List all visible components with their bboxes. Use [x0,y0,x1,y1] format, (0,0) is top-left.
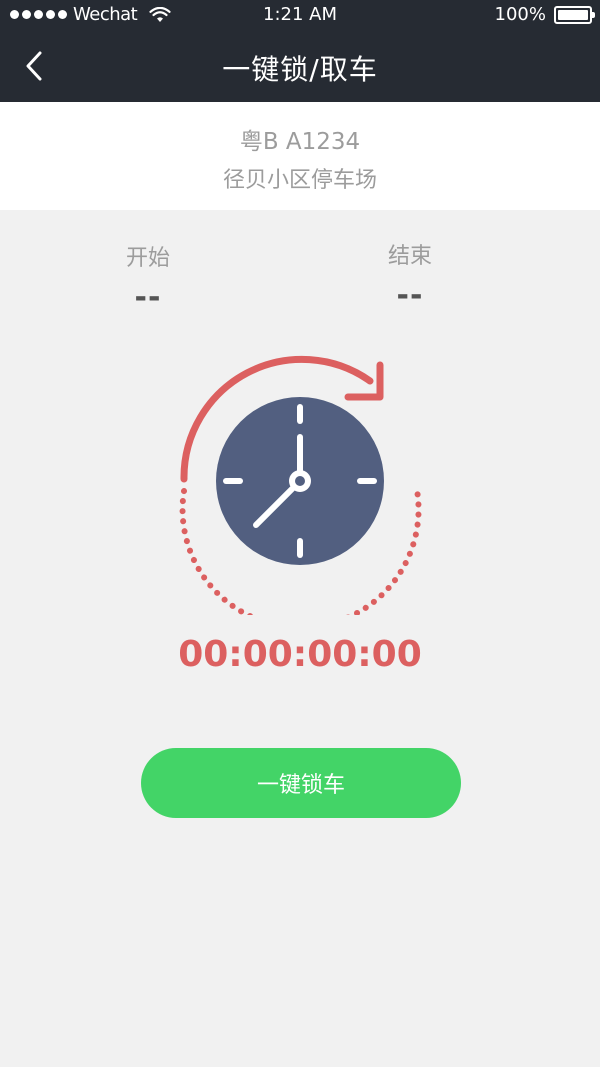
end-value: -- [396,278,424,313]
clock-refresh-icon [170,355,430,631]
app-header: Wechat 1:21 AM 100% 一键锁/取车 [0,0,600,102]
start-time-block: 开始 -- [88,240,208,315]
lock-car-button[interactable]: 一键锁车 [141,748,461,818]
parking-location: 径贝小区停车场 [222,168,377,193]
battery-icon [554,5,595,24]
vehicle-info-card: 粤B A1234 径贝小区停车场 [0,102,600,210]
end-label: 结束 [387,244,432,269]
status-right: 100% [494,4,595,25]
status-bar: Wechat 1:21 AM 100% [0,0,600,30]
end-time-block: 结束 -- [350,238,470,313]
page-title: 一键锁/取车 [222,53,378,86]
license-plate: 粤B A1234 [239,129,361,155]
start-label: 开始 [125,246,170,271]
start-value: -- [134,280,162,315]
elapsed-timer: 00:00:00:00 [178,634,422,675]
battery-percent: 100% [494,4,546,25]
